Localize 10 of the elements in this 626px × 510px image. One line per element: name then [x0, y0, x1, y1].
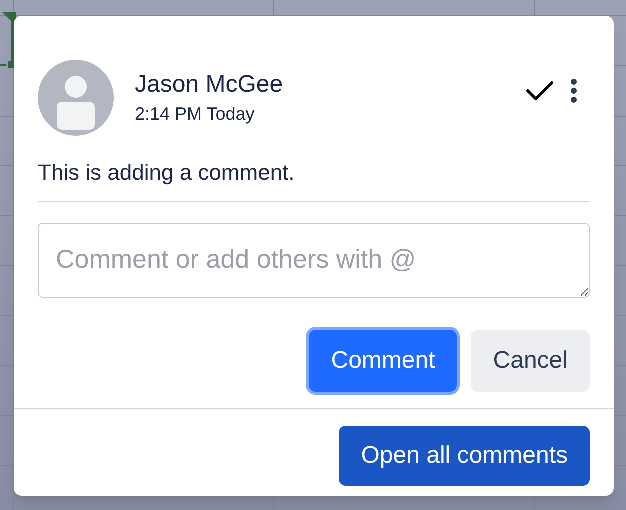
comment-text: This is adding a comment. — [38, 159, 296, 187]
checkmark-icon[interactable] — [526, 80, 554, 102]
comment-button[interactable]: Comment — [309, 330, 458, 392]
open-all-comments-button[interactable]: Open all comments — [339, 426, 590, 486]
author-name: Jason McGee — [135, 70, 284, 100]
avatar-icon — [38, 60, 114, 136]
comment-time: 2:14 PM Today — [135, 103, 256, 126]
cancel-button[interactable]: Cancel — [471, 330, 590, 392]
more-options-icon[interactable] — [570, 78, 578, 104]
comment-input-field[interactable]: Comment or add others with @ — [38, 223, 590, 298]
